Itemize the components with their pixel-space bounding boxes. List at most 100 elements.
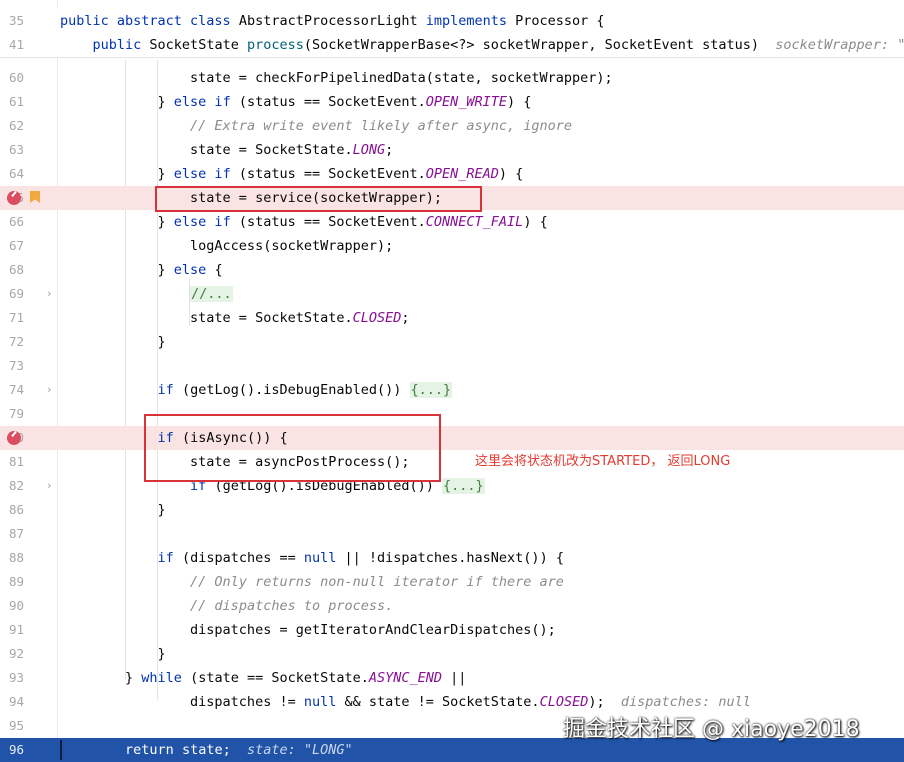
fold-chevron-icon[interactable]: › (46, 378, 53, 402)
code-text[interactable]: //... (60, 282, 233, 306)
line-number[interactable]: 91 (0, 618, 24, 642)
code-line-62[interactable]: 62 // Extra write event likely after asy… (0, 114, 904, 138)
code-token: state; (181, 742, 247, 758)
code-token: state = SocketState. (60, 310, 353, 326)
code-line-72[interactable]: 72 } (0, 330, 904, 354)
code-text[interactable]: } (60, 330, 166, 354)
folded-region[interactable]: //... (190, 286, 233, 302)
line-number[interactable]: 79 (0, 402, 24, 426)
code-line-91[interactable]: 91 dispatches = getIteratorAndClearDispa… (0, 618, 904, 642)
bookmark-icon[interactable] (30, 191, 40, 203)
code-text[interactable]: public SocketState process(SocketWrapper… (60, 33, 904, 57)
code-text[interactable]: public abstract class AbstractProcessorL… (60, 9, 605, 33)
code-line-35[interactable]: 35 public abstract class AbstractProcesso… (0, 9, 904, 34)
fold-chevron-icon[interactable]: › (46, 282, 53, 306)
code-token: ) { (498, 166, 524, 182)
code-line-61[interactable]: 61 } else if (status == SocketEvent.OPEN… (0, 90, 904, 114)
line-number[interactable]: 71 (0, 306, 24, 330)
code-text[interactable]: return state; state: "LONG" (60, 738, 353, 762)
code-line-82[interactable]: 82 › if (getLog().isDebugEnabled()) {...} (0, 474, 904, 498)
code-line-87[interactable]: 87 (0, 522, 904, 546)
code-text[interactable]: // Only returns non-null iterator if the… (60, 570, 564, 594)
line-number[interactable]: 86 (0, 498, 24, 522)
code-text[interactable]: } (60, 498, 166, 522)
line-number[interactable]: 41 (0, 33, 24, 57)
code-line-80[interactable]: 80 if (isAsync()) { (0, 426, 904, 450)
line-number[interactable]: 72 (0, 330, 24, 354)
line-number[interactable]: 63 (0, 138, 24, 162)
line-number[interactable]: 35 (0, 9, 24, 33)
folded-region[interactable]: {...} (409, 382, 453, 398)
line-number[interactable]: 96 (0, 738, 24, 762)
code-text[interactable]: state = SocketState.CLOSED; (60, 306, 410, 330)
code-text[interactable]: } while (state == SocketState.ASYNC_END … (60, 666, 466, 690)
code-text[interactable]: } else { (60, 258, 223, 282)
line-number[interactable]: 74 (0, 378, 24, 402)
code-token: dispatches != (60, 694, 304, 710)
code-text[interactable]: } (60, 642, 166, 666)
code-token: if (157, 550, 182, 566)
code-line-71[interactable]: 71 state = SocketState.CLOSED; (0, 306, 904, 330)
code-line-93[interactable]: 93 } while (state == SocketState.ASYNC_E… (0, 666, 904, 690)
line-number[interactable]: 89 (0, 570, 24, 594)
code-line-90[interactable]: 90 // dispatches to process. (0, 594, 904, 618)
line-number[interactable]: 62 (0, 114, 24, 138)
inline-value-hint: state: "LONG" (246, 742, 353, 758)
code-line-69[interactable]: 69 › //... (0, 282, 904, 306)
line-number[interactable]: 64 (0, 162, 24, 186)
fold-chevron-icon[interactable]: › (46, 474, 53, 498)
code-text[interactable]: } else if (status == SocketEvent.CONNECT… (60, 210, 548, 234)
code-line-73[interactable]: 73 (0, 354, 904, 378)
code-text[interactable]: if (getLog().isDebugEnabled()) {...} (60, 378, 453, 402)
code-text[interactable]: } else if (status == SocketEvent.OPEN_RE… (60, 162, 524, 186)
code-token: // Only returns non-null iterator if the… (190, 574, 564, 590)
code-token: ); (588, 694, 621, 710)
code-text[interactable]: if (dispatches == null || !dispatches.ha… (60, 546, 564, 570)
breakpoint-icon[interactable] (7, 191, 21, 205)
line-number[interactable]: 94 (0, 690, 24, 714)
folded-region[interactable]: {...} (442, 478, 485, 494)
code-line-79[interactable]: 79 (0, 402, 904, 426)
line-number[interactable]: 90 (0, 594, 24, 618)
code-line-67[interactable]: 67 logAccess(socketWrapper); (0, 234, 904, 258)
code-line-41[interactable]: 41 public SocketState process(SocketWrap… (0, 33, 904, 58)
line-number[interactable]: 73 (0, 354, 24, 378)
line-number[interactable]: 87 (0, 522, 24, 546)
code-text[interactable]: } else if (status == SocketEvent.OPEN_WR… (60, 90, 532, 114)
line-number[interactable]: 66 (0, 210, 24, 234)
code-line-63[interactable]: 63 state = SocketState.LONG; (0, 138, 904, 162)
code-token: } (60, 214, 174, 230)
code-line-81[interactable]: 81 state = asyncPostProcess(); (0, 450, 904, 474)
line-number[interactable]: 81 (0, 450, 24, 474)
code-text[interactable]: state = SocketState.LONG; (60, 138, 393, 162)
line-number[interactable]: 93 (0, 666, 24, 690)
line-number[interactable]: 92 (0, 642, 24, 666)
code-line-66[interactable]: 66 } else if (status == SocketEvent.CONN… (0, 210, 904, 234)
code-text[interactable]: dispatches = getIteratorAndClearDispatch… (60, 618, 556, 642)
code-line-60[interactable]: 60 state = checkForPipelinedData(state, … (0, 66, 904, 90)
code-line-89[interactable]: 89 // Only returns non-null iterator if … (0, 570, 904, 594)
code-text[interactable]: logAccess(socketWrapper); (60, 234, 393, 258)
line-number[interactable]: 95 (0, 714, 24, 738)
line-number[interactable]: 60 (0, 66, 24, 90)
code-editor[interactable]: 35 public abstract class AbstractProcesso… (0, 0, 904, 762)
line-number[interactable]: 68 (0, 258, 24, 282)
breakpoint-icon[interactable] (7, 431, 21, 445)
line-number[interactable]: 82 (0, 474, 24, 498)
code-text[interactable]: // Extra write event likely after async,… (60, 114, 572, 138)
code-line-86[interactable]: 86 } (0, 498, 904, 522)
line-number[interactable]: 67 (0, 234, 24, 258)
code-line-88[interactable]: 88 if (dispatches == null || !dispatches… (0, 546, 904, 570)
code-line-92[interactable]: 92 } (0, 642, 904, 666)
code-line-68[interactable]: 68 } else { (0, 258, 904, 282)
line-number[interactable]: 88 (0, 546, 24, 570)
code-line-64[interactable]: 64 } else if (status == SocketEvent.OPEN… (0, 162, 904, 186)
line-number[interactable]: 69 (0, 282, 24, 306)
code-line-74[interactable]: 74 › if (getLog().isDebugEnabled()) {...} (0, 378, 904, 402)
code-text[interactable]: // dispatches to process. (60, 594, 393, 618)
line-number[interactable]: 61 (0, 90, 24, 114)
code-text[interactable]: state = checkForPipelinedData(state, soc… (60, 66, 613, 90)
